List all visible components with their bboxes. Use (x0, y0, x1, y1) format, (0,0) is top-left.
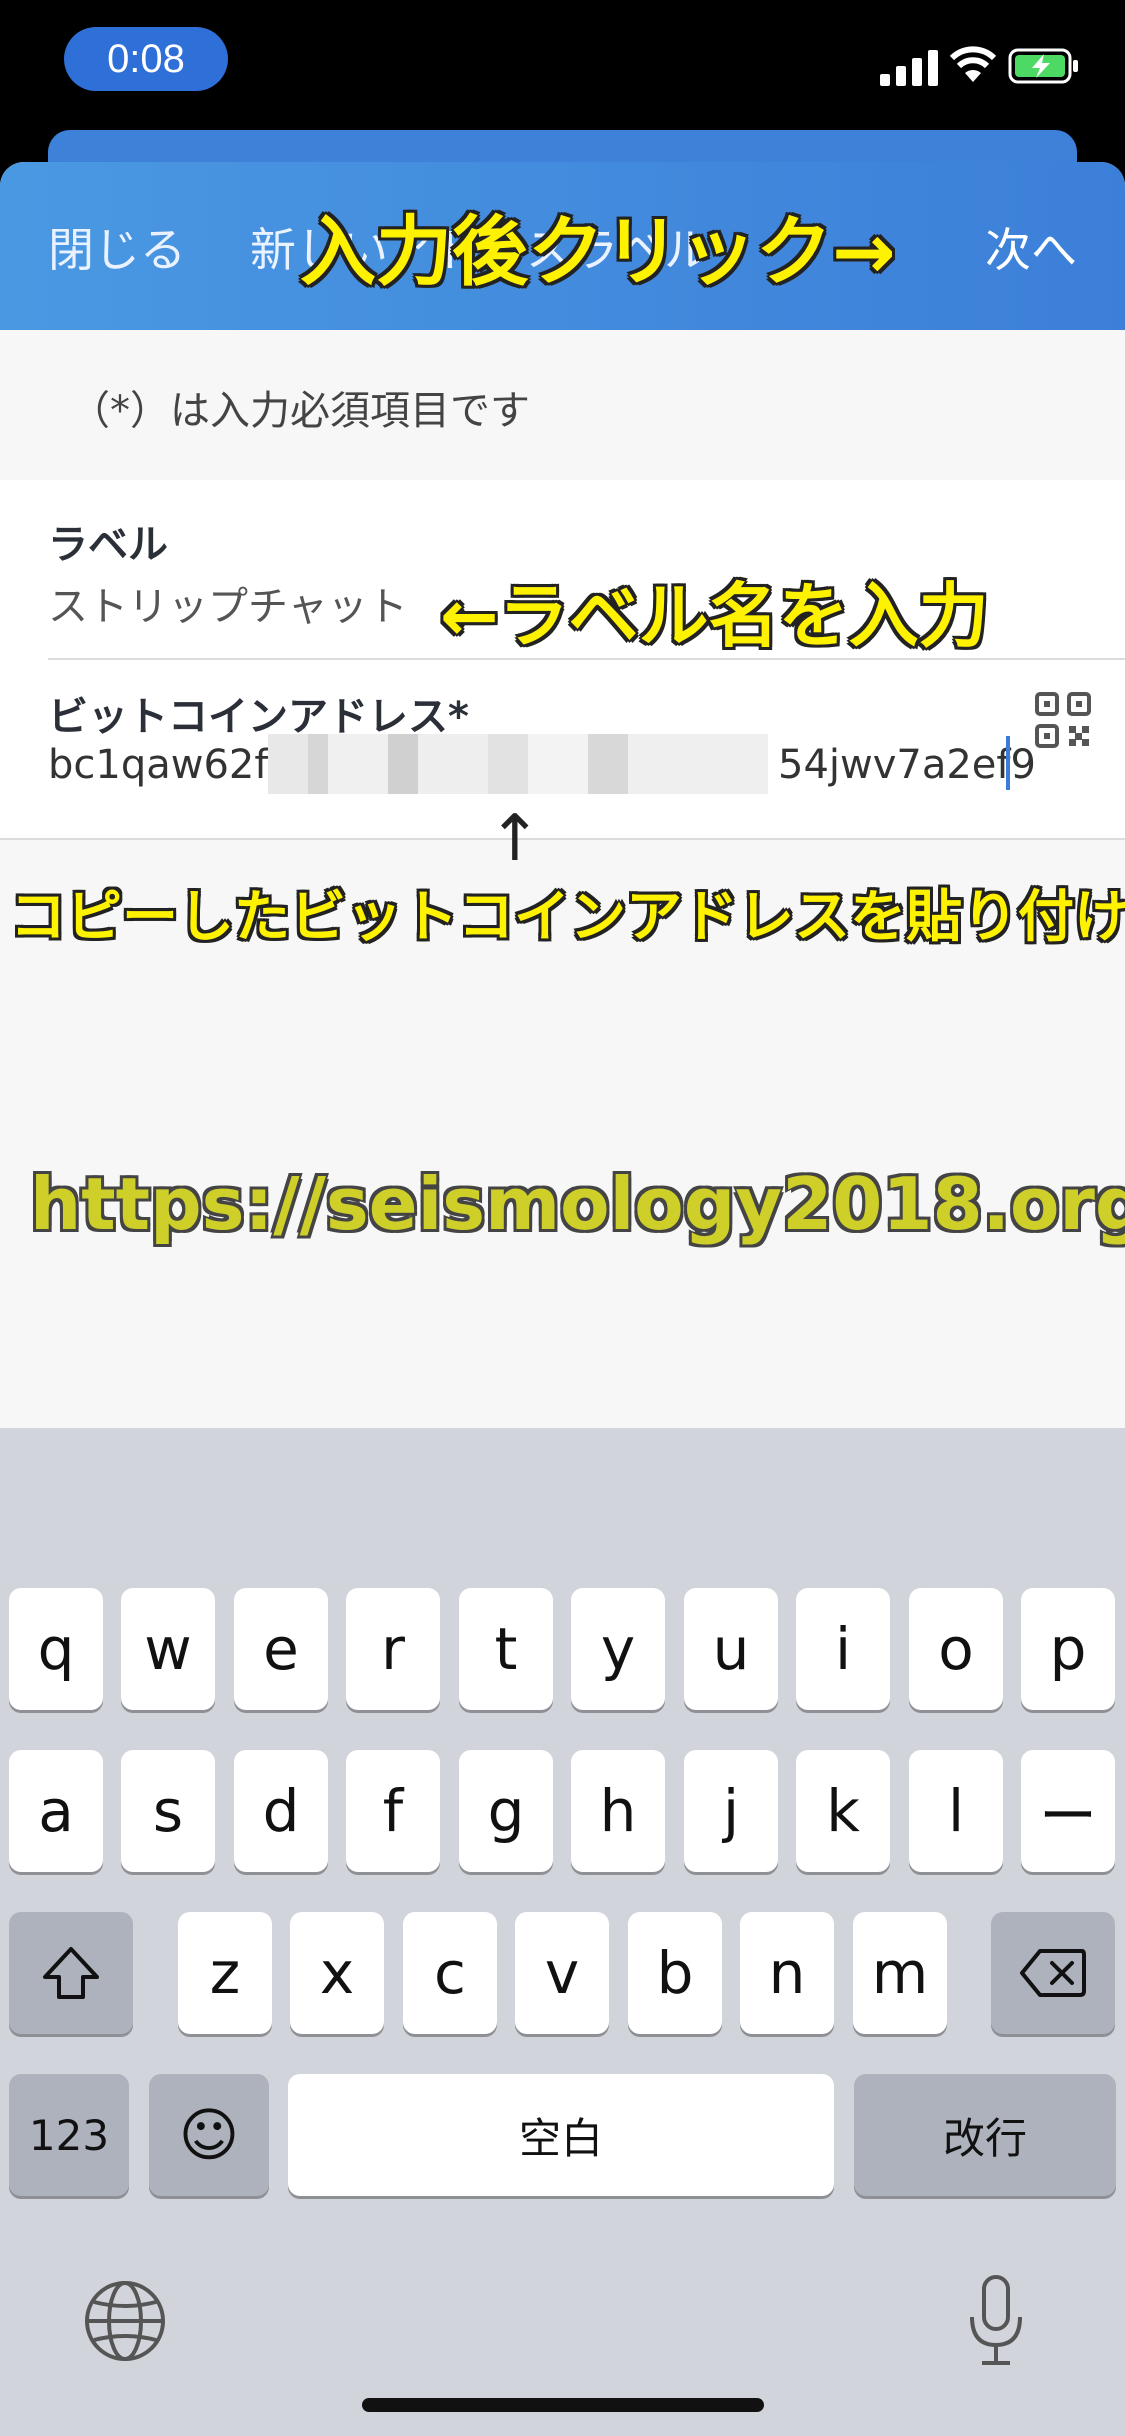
key-t[interactable]: t (459, 1588, 553, 1710)
key-l[interactable]: l (909, 1750, 1003, 1872)
label-field-title: ラベル (48, 522, 168, 568)
key-n[interactable]: n (740, 1912, 834, 2034)
microphone-icon[interactable] (966, 2273, 1026, 2369)
new-address-sheet: 閉じる 新しいアドレスラベル 次へ 入力後クリック→ （*）は入力必須項目です … (0, 162, 1125, 1428)
navigation-bar: 閉じる 新しいアドレスラベル 次へ 入力後クリック→ (0, 162, 1125, 330)
key-o[interactable]: o (909, 1588, 1003, 1710)
wifi-icon (950, 46, 996, 82)
key-s[interactable]: s (121, 1750, 215, 1872)
address-suffix: 54jwv7a2ef9 (778, 742, 1036, 788)
divider (0, 838, 1125, 840)
key-i[interactable]: i (796, 1588, 890, 1710)
next-button[interactable]: 次へ (985, 214, 1077, 280)
key-f[interactable]: f (346, 1750, 440, 1872)
numbers-key[interactable]: 123 (9, 2074, 129, 2196)
shift-key[interactable] (9, 1912, 133, 2034)
key-x[interactable]: x (290, 1912, 384, 2034)
annotation-enter-label: ←ラベル名を入力 (440, 575, 989, 657)
backspace-key[interactable] (991, 1912, 1115, 2034)
key-y[interactable]: y (571, 1588, 665, 1710)
battery-charging-icon (1008, 48, 1078, 84)
watermark-url: https://seismology2018.org/ (30, 1162, 1125, 1246)
annotation-paste-address: コピーしたビットコインアドレスを貼り付ける (10, 885, 1125, 950)
address-blur-mask (268, 734, 768, 794)
key-h[interactable]: h (571, 1750, 665, 1872)
qr-code-icon[interactable] (1035, 692, 1091, 748)
key-v[interactable]: v (515, 1912, 609, 2034)
key-b[interactable]: b (628, 1912, 722, 2034)
space-key[interactable]: 空白 (288, 2074, 834, 2196)
status-time: 0:08 (64, 27, 228, 91)
key-a[interactable]: a (9, 1750, 103, 1872)
key-g[interactable]: g (459, 1750, 553, 1872)
key-r[interactable]: r (346, 1588, 440, 1710)
return-key[interactable]: 改行 (854, 2074, 1116, 2196)
close-button[interactable]: 閉じる (48, 214, 186, 280)
backspace-icon (1020, 1949, 1086, 1997)
key-u[interactable]: u (684, 1588, 778, 1710)
shift-icon (43, 1947, 99, 1999)
home-indicator (362, 2398, 764, 2412)
globe-icon[interactable] (82, 2278, 168, 2364)
key-m[interactable]: m (853, 1912, 947, 2034)
address-prefix: bc1qaw62f5 (48, 742, 294, 788)
text-caret (1006, 736, 1010, 790)
required-note: （*）は入力必須項目です (70, 388, 530, 434)
key-z[interactable]: z (178, 1912, 272, 2034)
annotation-arrow-up: ↑ (488, 802, 542, 876)
key-e[interactable]: e (234, 1588, 328, 1710)
status-bar: 0:08 (0, 0, 1125, 130)
keyboard: q w e r t y u i o p a s d f g h j k l ー … (0, 1428, 1125, 2436)
annotation-click-after-input: 入力後クリック→ (300, 207, 896, 296)
address-input[interactable]: bc1qaw62f5 54jwv7a2ef9 (48, 734, 1036, 802)
key-j[interactable]: j (684, 1750, 778, 1872)
key-q[interactable]: q (9, 1588, 103, 1710)
key-k[interactable]: k (796, 1750, 890, 1872)
divider (48, 658, 1125, 660)
cellular-signal-icon (880, 50, 938, 86)
key-long-dash[interactable]: ー (1021, 1750, 1115, 1872)
emoji-key[interactable]: ☺ (149, 2074, 269, 2196)
key-w[interactable]: w (121, 1588, 215, 1710)
key-d[interactable]: d (234, 1750, 328, 1872)
key-c[interactable]: c (403, 1912, 497, 2034)
label-input[interactable]: ストリップチャット (48, 574, 408, 632)
key-p[interactable]: p (1021, 1588, 1115, 1710)
